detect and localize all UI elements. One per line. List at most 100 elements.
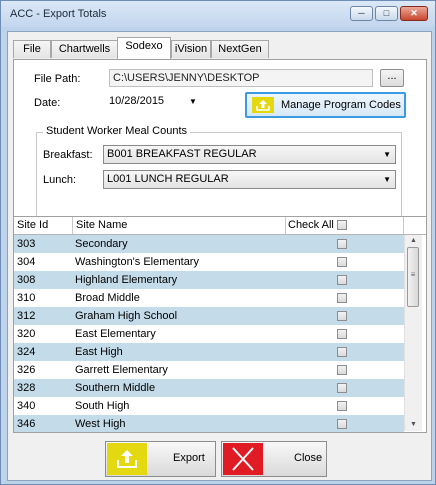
close-window-button[interactable]: ✕ [400,6,428,21]
row-checkbox[interactable] [337,347,347,357]
site-id-cell: 304 [17,256,36,268]
minimize-icon: ─ [358,8,365,18]
site-id-cell: 312 [17,310,36,322]
close-button[interactable]: Close [221,441,327,477]
check-all-checkbox[interactable] [337,220,347,230]
row-checkbox[interactable] [337,275,347,285]
export-label: Export [173,452,205,464]
site-name-cell: East High [75,346,123,358]
browse-button[interactable]: ... [380,69,404,87]
table-row[interactable]: 328 Southern Middle [14,379,404,397]
tab-file[interactable]: File [13,40,51,58]
scroll-up-icon[interactable]: ▲ [405,235,422,247]
table-row[interactable]: 310 Broad Middle [14,289,404,307]
sites-grid: Site Id Site Name Check All 303 Secondary… [13,216,427,433]
upload-icon [252,97,274,113]
table-row[interactable]: 340 South High [14,397,404,415]
row-checkbox[interactable] [337,293,347,303]
site-name-cell: Southern Middle [75,382,156,394]
site-id-cell: 346 [17,418,36,430]
upload-icon [107,443,147,475]
maximize-icon: □ [383,8,390,18]
row-checkbox[interactable] [337,257,347,267]
table-row[interactable]: 324 East High [14,343,404,361]
site-name-cell: East Elementary [75,328,156,340]
site-name-cell: Garrett Elementary [75,364,168,376]
title-bar: ACC - Export Totals ─ □ ✕ [1,1,435,27]
site-id-cell: 310 [17,292,36,304]
breakfast-label: Breakfast: [43,149,93,161]
header-check-all[interactable]: Check All [286,217,404,234]
table-row[interactable]: 312 Graham High School [14,307,404,325]
site-name-cell: West High [75,418,126,430]
table-row[interactable]: 320 East Elementary [14,325,404,343]
site-name-cell: Secondary [75,238,128,250]
minimize-button[interactable]: ─ [350,6,373,21]
scroll-down-icon[interactable]: ▼ [405,419,422,431]
export-totals-window: ACC - Export Totals ─ □ ✕ File Chartwell… [0,0,436,485]
tab-label: File [23,43,41,55]
chevron-down-icon: ▼ [383,175,391,184]
row-checkbox[interactable] [337,311,347,321]
site-name-cell: Washington's Elementary [75,256,199,268]
table-row[interactable]: 308 Highland Elementary [14,271,404,289]
tab-label: NextGen [218,43,262,55]
chevron-down-icon: ▼ [189,97,197,106]
grid-scrollbar[interactable]: ▲ ≡ ▼ [404,235,422,431]
lunch-value: L001 LUNCH REGULAR [107,173,229,185]
client-area: File Chartwells Sodexo iVision NextGen F… [7,31,432,481]
maximize-button[interactable]: □ [375,6,398,21]
close-icon: ✕ [410,8,418,18]
row-checkbox[interactable] [337,329,347,339]
date-value: 10/28/2015 [109,95,165,107]
site-id-cell: 326 [17,364,36,376]
row-checkbox[interactable] [337,365,347,375]
header-site-id[interactable]: Site Id [14,217,73,234]
site-id-cell: 340 [17,400,36,412]
site-name-cell: Graham High School [75,310,178,322]
tab-sodexo[interactable]: Sodexo [117,37,171,59]
site-id-cell: 303 [17,238,36,250]
row-checkbox[interactable] [337,419,347,429]
tab-label: iVision [174,43,208,55]
close-label: Close [294,452,323,464]
breakfast-value: B001 BREAKFAST REGULAR [107,148,257,160]
site-name-cell: Broad Middle [75,292,140,304]
site-id-cell: 328 [17,382,36,394]
table-row[interactable]: 303 Secondary [14,235,404,253]
scroll-thumb[interactable]: ≡ [407,247,419,307]
row-checkbox[interactable] [337,401,347,411]
tab-chartwells[interactable]: Chartwells [51,40,118,58]
table-row[interactable]: 304 Washington's Elementary [14,253,404,271]
file-path-field[interactable]: C:\USERS\JENNY\DESKTOP [109,69,373,87]
manage-program-codes-label: Manage Program Codes [281,99,401,111]
x-icon [223,443,263,475]
tab-label: Chartwells [58,43,111,55]
tab-ivision[interactable]: iVision [171,40,211,58]
meal-counts-group: Student Worker Meal Counts Breakfast: B0… [36,125,402,224]
header-site-name[interactable]: Site Name [73,217,286,234]
check-all-label: Check All [288,219,334,231]
manage-program-codes-button[interactable]: Manage Program Codes [245,92,406,118]
table-row[interactable]: 326 Garrett Elementary [14,361,404,379]
tab-nextgen[interactable]: NextGen [211,40,269,58]
lunch-select[interactable]: L001 LUNCH REGULAR ▼ [103,170,396,189]
file-path-label: File Path: [34,73,81,85]
date-label: Date: [34,97,61,109]
export-button[interactable]: Export [105,441,216,477]
table-row[interactable]: 346 West High [14,415,404,432]
tab-label: Sodexo [125,40,163,52]
site-name-cell: Highland Elementary [75,274,178,286]
row-checkbox[interactable] [337,383,347,393]
date-picker[interactable]: 10/28/2015 ▼ [109,92,199,111]
site-id-cell: 324 [17,346,36,358]
group-title: Student Worker Meal Counts [43,125,191,137]
sodexo-panel: File Path: C:\USERS\JENNY\DESKTOP ... Da… [13,59,427,237]
grid-header: Site Id Site Name Check All [14,217,426,235]
site-id-cell: 308 [17,274,36,286]
site-id-cell: 320 [17,328,36,340]
lunch-label: Lunch: [43,174,77,186]
chevron-down-icon: ▼ [383,150,391,159]
row-checkbox[interactable] [337,239,347,249]
breakfast-select[interactable]: B001 BREAKFAST REGULAR ▼ [103,145,396,164]
